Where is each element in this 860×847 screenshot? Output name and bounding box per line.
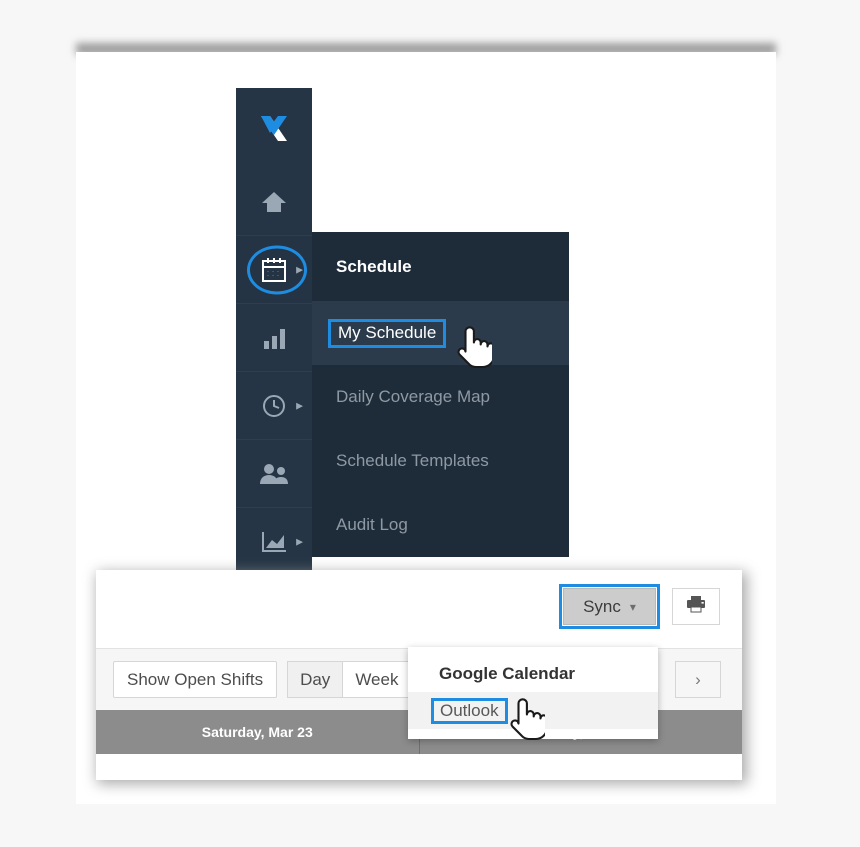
area-chart-icon: [260, 530, 288, 554]
printer-icon: [686, 595, 706, 618]
show-open-shifts-label: Show Open Shifts: [127, 669, 264, 689]
next-period-button[interactable]: ›: [675, 661, 721, 698]
home-icon: [261, 190, 287, 214]
chevron-down-icon: ▾: [629, 599, 636, 614]
submenu-title: Schedule: [336, 256, 412, 276]
view-controls: Show Open Shifts Day Week: [113, 661, 412, 698]
day-view-label: Day: [300, 669, 331, 689]
submenu-item-label: Audit Log: [336, 515, 408, 534]
app-logo[interactable]: [236, 88, 312, 168]
print-button[interactable]: [672, 588, 720, 625]
chevron-right-icon: ▶: [296, 536, 303, 546]
chevron-right-icon: ›: [695, 669, 701, 689]
sidebar-item-time[interactable]: ▶: [236, 371, 312, 439]
submenu-item-label: Daily Coverage Map: [336, 387, 491, 406]
submenu-item-my-schedule[interactable]: My Schedule: [312, 301, 569, 365]
view-mode-group: Day Week: [287, 661, 412, 698]
submenu-item-label: Schedule Templates: [336, 451, 489, 470]
sync-menu-item-outlook[interactable]: Outlook: [408, 692, 658, 729]
sync-button[interactable]: Sync ▾: [563, 588, 656, 625]
schedule-submenu: Schedule My Schedule Daily Coverage Map …: [312, 232, 569, 557]
chevron-right-icon: ▶: [296, 400, 303, 410]
sync-menu-item-google-calendar[interactable]: Google Calendar: [408, 655, 658, 692]
week-view-button[interactable]: Week: [342, 661, 412, 698]
submenu-item-schedule-templates[interactable]: Schedule Templates: [312, 429, 569, 493]
panel-toolbar: Sync ▾: [96, 570, 742, 648]
x-logo-icon: [260, 112, 288, 144]
sidebar-item-reports[interactable]: [236, 303, 312, 371]
sidebar-item-home[interactable]: [236, 168, 312, 235]
navigation-rail: ▶ ▶ ▶: [236, 88, 312, 584]
submenu-item-label: My Schedule: [328, 318, 447, 348]
sync-dropdown-menu: Google Calendar Outlook: [408, 647, 658, 739]
day-view-button[interactable]: Day: [287, 661, 343, 698]
people-icon: [259, 462, 289, 486]
submenu-item-daily-coverage-map[interactable]: Daily Coverage Map: [312, 365, 569, 429]
show-open-shifts-button[interactable]: Show Open Shifts: [113, 661, 278, 698]
week-view-label: Week: [355, 669, 399, 689]
content-area-blank: [312, 88, 569, 232]
sync-button-label: Sync: [583, 596, 621, 616]
submenu-item-audit-log[interactable]: Audit Log: [312, 493, 569, 557]
sidebar-item-analytics[interactable]: ▶: [236, 507, 312, 575]
sync-menu-item-label: Google Calendar: [439, 663, 576, 683]
sidebar-item-employees[interactable]: [236, 439, 312, 507]
sidebar-item-schedule[interactable]: ▶: [236, 235, 312, 303]
clock-icon: [261, 393, 287, 419]
bar-chart-icon: [261, 326, 287, 350]
day-header-cell: Saturday, Mar 23: [96, 710, 420, 754]
chevron-right-icon: ▶: [296, 264, 303, 274]
calendar-icon: [260, 256, 288, 284]
sync-menu-item-label: Outlook: [431, 697, 508, 724]
screenshot-stage: ▶ ▶ ▶ Schedule My Schedule Daily Coverag…: [0, 0, 860, 847]
sync-control: Sync ▾: [559, 584, 660, 629]
